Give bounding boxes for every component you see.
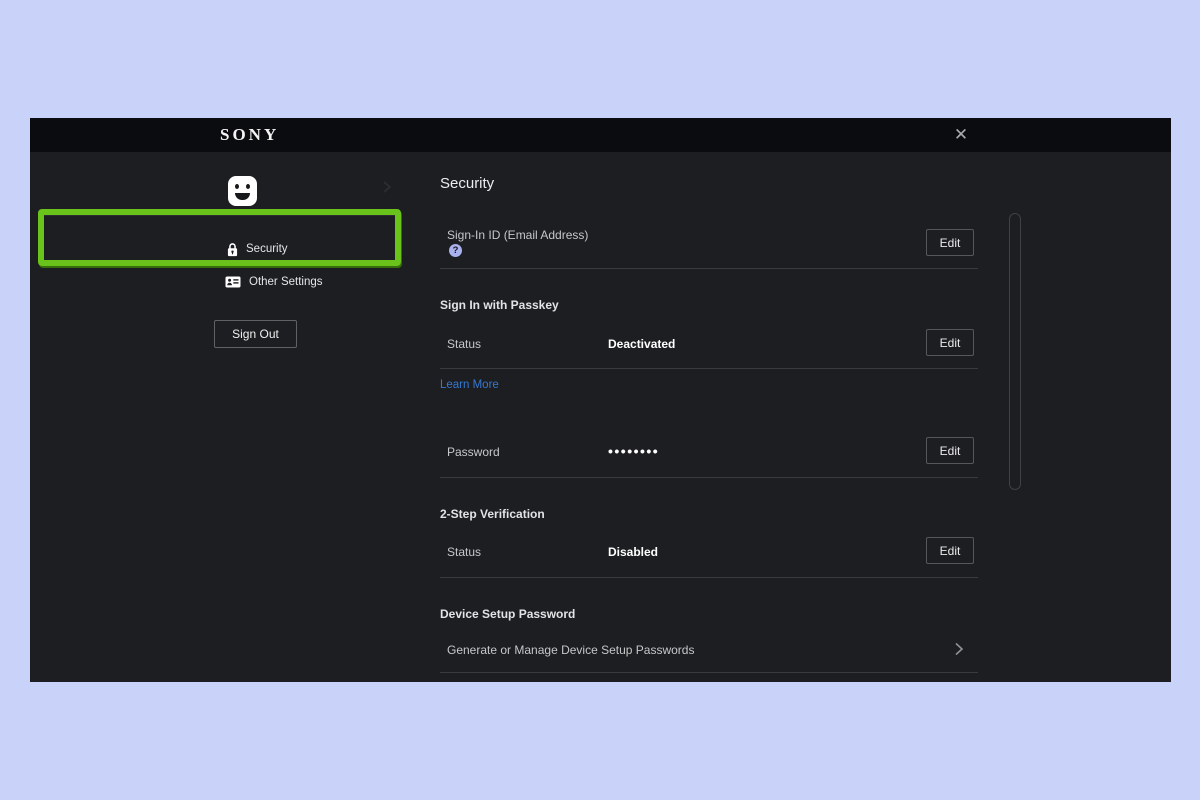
edit-signin-id-button[interactable]: Edit: [926, 229, 974, 256]
divider: [440, 672, 978, 673]
divider: [440, 368, 978, 369]
sign-out-button[interactable]: Sign Out: [214, 320, 297, 348]
two-step-status-value: Disabled: [608, 545, 658, 559]
help-icon[interactable]: ?: [449, 244, 462, 257]
divider: [440, 577, 978, 578]
edit-two-step-button[interactable]: Edit: [926, 537, 974, 564]
lock-icon: [227, 242, 238, 257]
avatar[interactable]: [228, 176, 257, 206]
password-masked-value: ••••••••: [608, 443, 659, 459]
page-title: Security: [440, 175, 494, 192]
chevron-right-icon: [382, 180, 392, 194]
id-card-icon: [225, 276, 241, 288]
divider: [440, 268, 978, 269]
signin-id-label: Sign-In ID (Email Address): [447, 228, 588, 242]
edit-password-button[interactable]: Edit: [926, 437, 974, 464]
account-settings-window: SONY ✕ Security: [30, 118, 1171, 682]
two-step-status-label: Status: [447, 545, 481, 559]
device-setup-section-heading: Device Setup Password: [440, 607, 575, 621]
edit-passkey-button[interactable]: Edit: [926, 329, 974, 356]
passkey-section-heading: Sign In with Passkey: [440, 298, 559, 312]
passkey-status-value: Deactivated: [608, 337, 675, 351]
avatar-eye-icon: [246, 184, 250, 189]
sidebar-item-security[interactable]: Security: [227, 238, 288, 260]
scrollbar-thumb[interactable]: [1009, 213, 1021, 490]
avatar-eye-icon: [235, 184, 239, 189]
sidebar-item-label: Security: [246, 243, 288, 255]
password-label: Password: [447, 445, 500, 459]
highlight-annotation: [38, 209, 401, 266]
avatar-smile-icon: [235, 193, 250, 200]
passkey-status-label: Status: [447, 337, 481, 351]
learn-more-link[interactable]: Learn More: [440, 379, 499, 391]
device-setup-passwords-link[interactable]: Generate or Manage Device Setup Password…: [447, 643, 694, 657]
two-step-section-heading: 2-Step Verification: [440, 507, 545, 521]
chevron-right-icon[interactable]: [954, 641, 964, 657]
sidebar-item-other-settings[interactable]: Other Settings: [225, 271, 323, 293]
sony-logo: SONY: [220, 118, 279, 152]
sidebar-item-label: Other Settings: [249, 276, 323, 288]
divider: [440, 477, 978, 478]
security-settings-panel: Security Sign-In ID (Email Address) ? Ed…: [440, 118, 1000, 682]
